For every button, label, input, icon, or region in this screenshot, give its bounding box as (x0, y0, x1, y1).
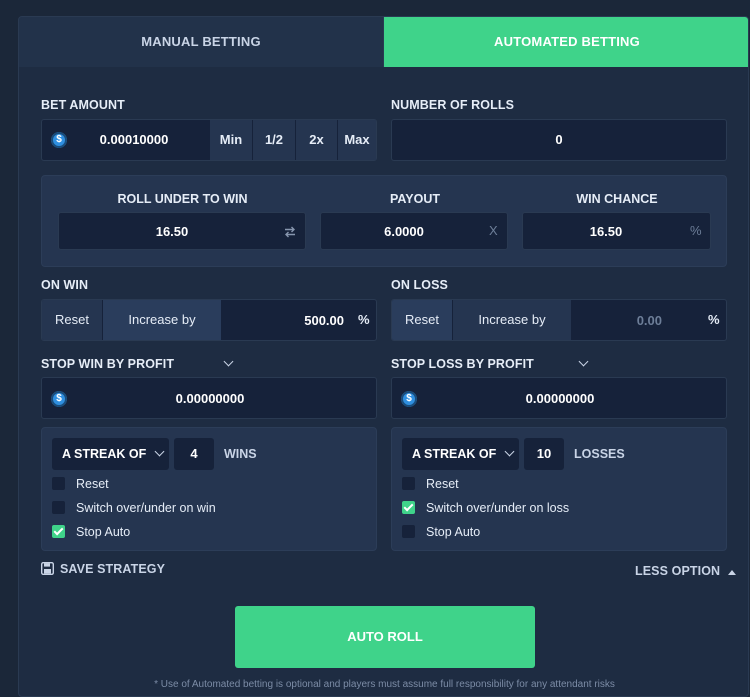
win-option-switch-label: Switch over/under on win (76, 501, 216, 515)
bet-min-button[interactable]: Min (210, 120, 252, 160)
on-win-increase-value[interactable]: 500.00 (232, 313, 344, 328)
chevron-down-icon (154, 446, 165, 457)
win-streak-word: WINS (224, 447, 257, 461)
win-option-stop-auto-label: Stop Auto (76, 525, 131, 539)
loss-streak-box: A STREAK OF 10 LOSSES Reset Switch over/… (391, 427, 727, 551)
bet-amount-value[interactable]: 0.00010000 (72, 132, 196, 147)
bet-max-button[interactable]: Max (338, 120, 376, 160)
on-win-label: ON WIN (41, 278, 89, 292)
on-loss-label: ON LOSS (391, 278, 448, 292)
stop-win-value[interactable]: 0.00000000 (72, 391, 348, 406)
bet-half-button[interactable]: 1/2 (253, 120, 295, 160)
less-option-button[interactable]: LESS OPTION (635, 562, 736, 578)
chevron-down-icon (223, 356, 233, 367)
tab-automated-betting[interactable]: AUTOMATED BETTING (384, 17, 748, 67)
checkbox[interactable] (52, 477, 65, 490)
save-strategy-label: SAVE STRATEGY (60, 562, 166, 576)
win-streak-select[interactable]: A STREAK OF (52, 438, 169, 470)
on-loss-percent: % (708, 312, 720, 327)
caret-up-icon (727, 570, 736, 575)
loss-option-switch-label: Switch over/under on loss (426, 501, 570, 515)
on-loss-field: Reset Increase by 0.00 % (391, 299, 727, 341)
on-loss-reset-button[interactable]: Reset (392, 300, 452, 340)
payout-field[interactable]: 6.0000 X (320, 212, 508, 250)
chevron-down-icon (578, 356, 589, 367)
on-win-field: Reset Increase by 500.00 % (41, 299, 377, 341)
number-of-rolls-value[interactable]: 0 (392, 132, 726, 147)
payout-label: PAYOUT (389, 192, 440, 206)
win-streak-box: A STREAK OF 4 WINS Reset Switch over/und… (41, 427, 377, 551)
stop-loss-field[interactable]: 0.00000000 (391, 377, 727, 419)
checkbox-checked[interactable] (52, 525, 65, 538)
usdc-coin-icon (51, 132, 67, 148)
win-streak-select-label: A STREAK OF (62, 447, 147, 461)
usdc-coin-icon (51, 391, 67, 407)
win-chance-value[interactable]: 16.50 (523, 224, 689, 239)
auto-roll-button[interactable]: AUTO ROLL (235, 606, 535, 668)
tab-manual-betting[interactable]: MANUAL BETTING (19, 17, 384, 67)
stop-win-label: STOP WIN BY PROFIT (41, 357, 175, 371)
payout-value[interactable]: 6.0000 (321, 224, 487, 239)
win-option-reset-label: Reset (76, 477, 109, 491)
stop-loss-label: STOP LOSS BY PROFIT (391, 357, 534, 371)
win-chance-suffix: % (690, 223, 702, 238)
payout-suffix: X (489, 223, 498, 238)
win-streak-count[interactable]: 4 (174, 438, 214, 470)
chevron-down-icon (504, 446, 515, 457)
less-option-label: LESS OPTION (635, 564, 721, 578)
stop-win-field[interactable]: 0.00000000 (41, 377, 377, 419)
stop-loss-dropdown[interactable]: STOP LOSS BY PROFIT (391, 355, 589, 371)
stop-loss-value[interactable]: 0.00000000 (422, 391, 698, 406)
swap-arrows-icon[interactable] (283, 225, 297, 239)
roll-settings-box: ROLL UNDER TO WIN 16.50 PAYOUT 6.0000 X … (41, 175, 727, 267)
disclaimer-footnote: * Use of Automated betting is optional a… (154, 679, 615, 690)
bet-amount-label: BET AMOUNT (41, 98, 125, 112)
number-of-rolls-label: NUMBER OF ROLLS (391, 98, 515, 112)
loss-option-stop-auto-label: Stop Auto (426, 525, 481, 539)
roll-under-field[interactable]: 16.50 (58, 212, 306, 250)
win-chance-label: WIN CHANCE (576, 192, 658, 206)
loss-option-reset-label: Reset (426, 477, 459, 491)
checkbox[interactable] (402, 525, 415, 538)
stop-win-dropdown[interactable]: STOP WIN BY PROFIT (41, 355, 233, 371)
automated-betting-panel: MANUAL BETTING AUTOMATED BETTING BET AMO… (18, 16, 749, 697)
bet-amount-field[interactable]: 0.00010000 Min 1/2 2x Max (41, 119, 377, 161)
on-loss-increase-button[interactable]: Increase by (453, 300, 571, 340)
on-win-percent: % (358, 312, 370, 327)
number-of-rolls-field[interactable]: 0 (391, 119, 727, 161)
loss-streak-word: LOSSES (574, 447, 625, 461)
roll-under-label: ROLL UNDER TO WIN (117, 192, 248, 206)
betting-mode-tabs: MANUAL BETTING AUTOMATED BETTING (19, 17, 748, 67)
roll-under-value[interactable]: 16.50 (59, 224, 285, 239)
on-win-reset-button[interactable]: Reset (42, 300, 102, 340)
checkbox-checked[interactable] (402, 501, 415, 514)
bet-double-button[interactable]: 2x (296, 120, 337, 160)
checkbox[interactable] (402, 477, 415, 490)
win-chance-field[interactable]: 16.50 % (522, 212, 711, 250)
loss-streak-select[interactable]: A STREAK OF (402, 438, 519, 470)
loss-streak-count[interactable]: 10 (524, 438, 564, 470)
on-loss-increase-value[interactable]: 0.00 (582, 313, 662, 328)
loss-streak-select-label: A STREAK OF (412, 447, 497, 461)
save-floppy-icon (41, 562, 54, 575)
checkbox[interactable] (52, 501, 65, 514)
usdc-coin-icon (401, 391, 417, 407)
on-win-increase-button[interactable]: Increase by (103, 300, 221, 340)
